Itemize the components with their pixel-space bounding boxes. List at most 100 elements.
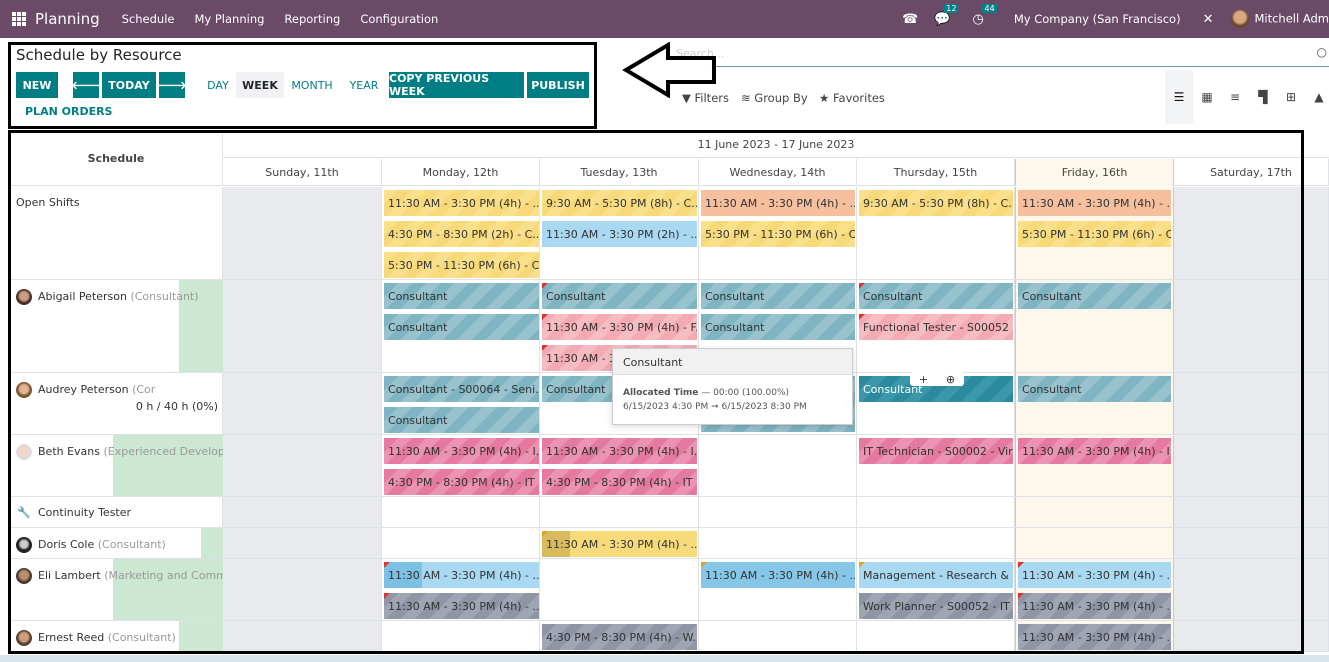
shift-pill[interactable]: Consultant - S00064 - Seni...: [384, 376, 539, 402]
cell[interactable]: [699, 497, 857, 527]
copy-previous-week-button[interactable]: COPY PREVIOUS WEEK: [389, 72, 524, 98]
cell[interactable]: [540, 559, 699, 620]
zoom-in-icon[interactable]: ⊕: [946, 373, 955, 386]
search-bar[interactable]: Search... ○: [676, 43, 1329, 67]
scale-month[interactable]: MONTH: [286, 72, 338, 98]
shift-pill[interactable]: 4:30 PM - 8:30 PM (4h) - IT ...: [384, 469, 539, 495]
shift-pill[interactable]: 11:30 AM - 3:30 PM (4h) - ...: [701, 562, 855, 588]
menu-reporting[interactable]: Reporting: [284, 12, 340, 26]
shift-pill[interactable]: 4:30 PM - 8:30 PM (4h) - W...: [542, 624, 697, 650]
cell[interactable]: [1174, 497, 1329, 527]
cell[interactable]: [1174, 373, 1329, 434]
tools-icon[interactable]: ✕: [1203, 12, 1214, 27]
shift-pill[interactable]: 5:30 PM - 11:30 PM (6h) - C...: [1018, 221, 1171, 247]
app-name[interactable]: Planning: [35, 10, 100, 28]
cell[interactable]: [223, 621, 382, 651]
kanban-view-icon[interactable]: ▜: [1249, 70, 1277, 124]
user-menu[interactable]: Mitchell Adm: [1231, 10, 1329, 28]
calendar-view-icon[interactable]: ▦: [1193, 70, 1221, 124]
shift-pill[interactable]: 4:30 PM - 8:30 PM (4h) - IT ...: [542, 469, 697, 495]
shift-pill[interactable]: Consultant: [701, 314, 855, 340]
clock-icon[interactable]: ◷ 44: [972, 3, 997, 27]
gantt-view-icon[interactable]: ☰: [1165, 70, 1193, 124]
shift-pill[interactable]: 9:30 AM - 5:30 PM (8h) - C...: [859, 190, 1013, 216]
shift-pill[interactable]: 11:30 AM - 3:30 PM (2h) - ...: [542, 221, 697, 247]
cell[interactable]: [223, 559, 382, 620]
shift-pill[interactable]: 4:30 PM - 8:30 PM (2h) - C...: [384, 221, 539, 247]
shift-pill[interactable]: Work Planner - S00052 - IT ...: [859, 593, 1013, 619]
cell[interactable]: [1174, 528, 1329, 558]
shift-pill[interactable]: 11:30 AM - 3:30 PM (4h) - ...: [384, 593, 539, 619]
cell[interactable]: [1174, 435, 1329, 496]
cell[interactable]: [1174, 621, 1329, 651]
cell[interactable]: [857, 497, 1015, 527]
menu-my-planning[interactable]: My Planning: [194, 12, 264, 26]
pivot-view-icon[interactable]: ⊞: [1277, 70, 1305, 124]
shift-pill[interactable]: 11:30 AM - 3:30 PM (4h) - ...: [384, 562, 539, 588]
scale-day[interactable]: DAY: [201, 72, 235, 98]
shift-pill[interactable]: Management - Research & ...: [859, 562, 1013, 588]
prev-button[interactable]: 🡐: [71, 72, 101, 98]
new-button[interactable]: NEW: [16, 72, 58, 98]
cell[interactable]: [223, 497, 382, 527]
scale-year[interactable]: YEAR: [343, 72, 385, 98]
shift-pill[interactable]: 11:30 AM - 3:30 PM (4h) - ...: [1018, 593, 1171, 619]
shift-pill[interactable]: 11:30 AM - 3:30 PM (4h) - I...: [384, 438, 539, 464]
cell[interactable]: [382, 497, 540, 527]
plus-icon[interactable]: +: [919, 373, 928, 386]
shift-pill[interactable]: 9:30 AM - 5:30 PM (8h) - C...: [542, 190, 697, 216]
plan-orders-button[interactable]: PLAN ORDERS: [25, 105, 112, 118]
cell[interactable]: [223, 280, 382, 372]
shift-pill[interactable]: 5:30 PM - 11:30 PM (6h) - C...: [701, 221, 855, 247]
shift-pill[interactable]: 5:30 PM - 11:30 PM (6h) - C...: [384, 252, 539, 278]
shift-pill[interactable]: Consultant: [701, 283, 855, 309]
cell[interactable]: [1174, 559, 1329, 620]
shift-pill[interactable]: 11:30 AM - 3:30 PM (4h) - ...: [701, 190, 855, 216]
cell[interactable]: [223, 187, 382, 279]
menu-schedule[interactable]: Schedule: [122, 12, 175, 26]
cell[interactable]: [699, 435, 857, 496]
group-by-button[interactable]: ≋ Group By: [741, 91, 808, 105]
apps-menu-icon[interactable]: [12, 12, 26, 26]
cell[interactable]: [540, 497, 699, 527]
shift-pill[interactable]: Consultant: [384, 407, 539, 433]
scale-week[interactable]: WEEK: [236, 72, 284, 98]
chat-icon[interactable]: 💬 12: [934, 3, 959, 27]
shift-pill[interactable]: 11:30 AM - 3:30 PM (4h) - ...: [1018, 562, 1171, 588]
menu-configuration[interactable]: Configuration: [360, 12, 438, 26]
cell[interactable]: [223, 373, 382, 434]
cell[interactable]: [223, 528, 382, 558]
shift-pill[interactable]: 11:30 AM - 3:30 PM (4h) - ...: [1018, 190, 1171, 216]
cell[interactable]: [382, 621, 540, 651]
today-button[interactable]: TODAY: [102, 72, 156, 98]
shift-pill[interactable]: 11:30 AM - 3:30 PM (4h) - F...: [542, 314, 697, 340]
shift-pill[interactable]: 11:30 AM - 3:30 PM (4h) - ...: [1018, 624, 1171, 650]
cell[interactable]: [1174, 187, 1329, 279]
shift-pill[interactable]: 11:30 AM - 3:30 PM (4h) - ...: [542, 531, 697, 557]
cell[interactable]: [1174, 280, 1329, 372]
shift-pill[interactable]: Consultant: [384, 283, 539, 309]
cell[interactable]: [223, 435, 382, 496]
list-view-icon[interactable]: ≡: [1221, 70, 1249, 124]
cell[interactable]: [699, 621, 857, 651]
shift-pill[interactable]: 11:30 AM - 3:30 PM (4h) - ...: [384, 190, 539, 216]
next-button[interactable]: 🡒: [157, 72, 187, 98]
shift-pill[interactable]: Consultant: [542, 283, 697, 309]
shift-pill[interactable]: Consultant: [1018, 376, 1171, 402]
shift-pill[interactable]: 11:30 AM - 3:30 PM (4h) - I...: [542, 438, 697, 464]
shift-pill[interactable]: Consultant: [1018, 283, 1171, 309]
cell[interactable]: [699, 528, 857, 558]
cell[interactable]: [1015, 528, 1174, 558]
favorites-button[interactable]: ★ Favorites: [819, 91, 885, 105]
cell[interactable]: [382, 528, 540, 558]
shift-pill[interactable]: Functional Tester - S00052 ...: [859, 314, 1013, 340]
cell[interactable]: [857, 528, 1015, 558]
company-switcher[interactable]: My Company (San Francisco): [1014, 12, 1181, 26]
shift-pill[interactable]: Consultant: [859, 283, 1013, 309]
shift-pill[interactable]: IT Technician - S00002 - Vir...: [859, 438, 1013, 464]
graph-view-icon[interactable]: ▲: [1305, 70, 1329, 124]
phone-icon[interactable]: ☎: [902, 12, 918, 27]
cell[interactable]: [857, 621, 1015, 651]
shift-pill[interactable]: 11:30 AM - 3:30 PM (4h) - I...: [1018, 438, 1171, 464]
shift-pill[interactable]: Consultant: [384, 314, 539, 340]
